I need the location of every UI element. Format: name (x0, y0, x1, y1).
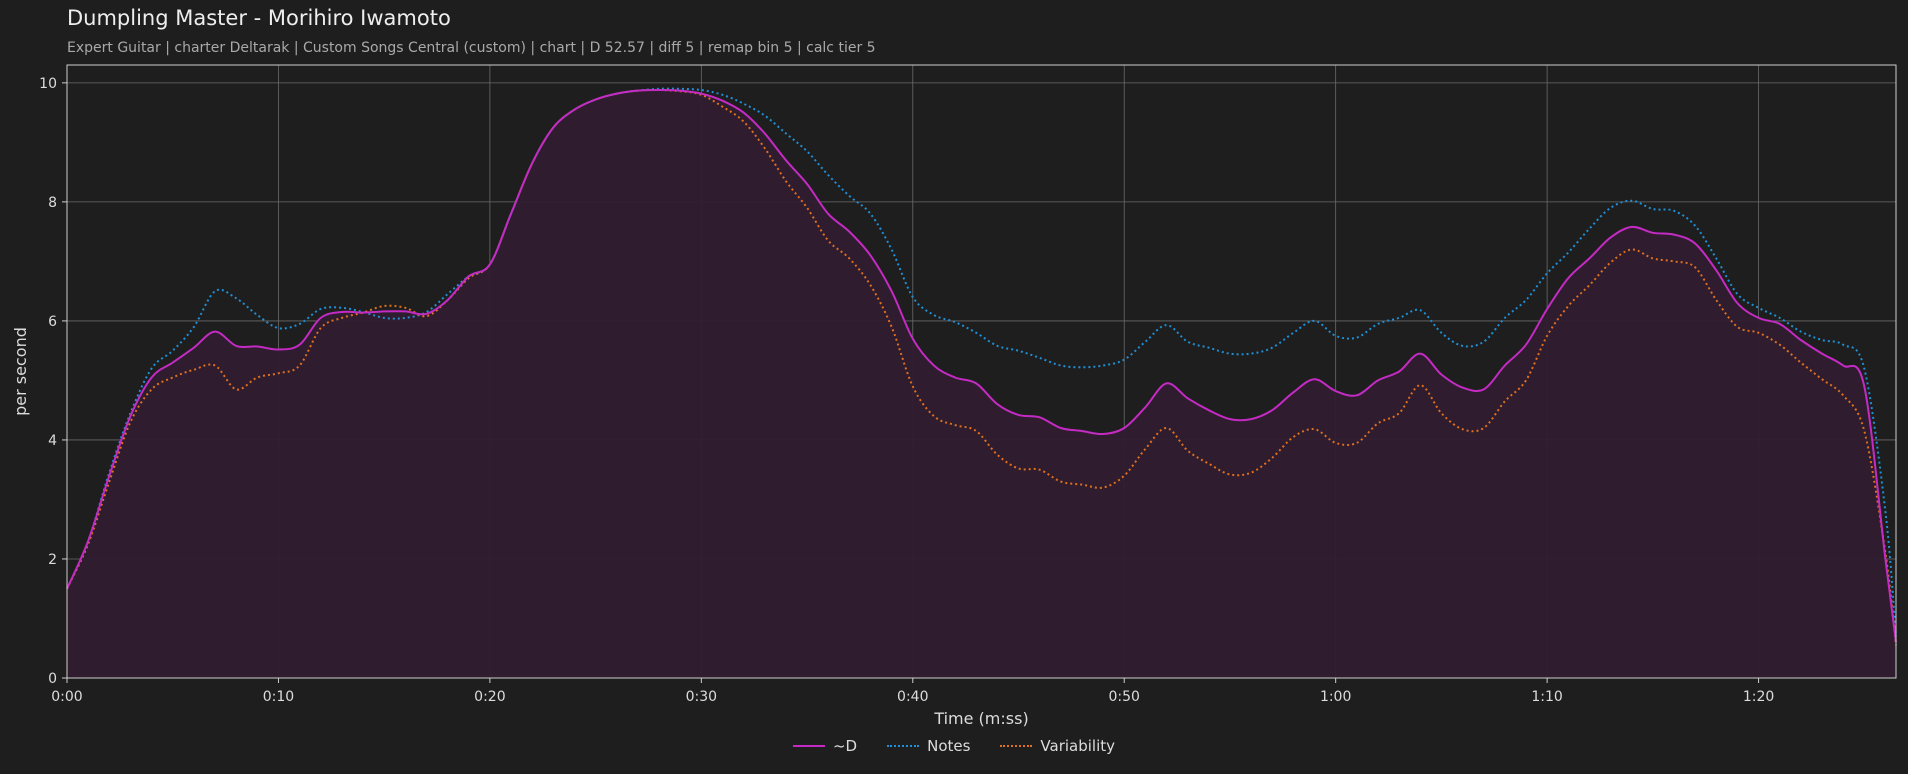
y-axis-label: per second (11, 327, 30, 416)
x-tick-label: 0:00 (51, 689, 82, 705)
x-axis-ticks: 0:00 0:10 0:20 0:30 0:40 0:50 1:00 1:10 1:20 (51, 678, 1774, 705)
legend-item-d: ~D (792, 737, 858, 755)
d-area-fill (67, 90, 1896, 678)
legend-label-d: ~D (832, 737, 858, 755)
x-tick-label: 1:20 (1743, 689, 1774, 705)
y-axis-ticks: 0 2 4 6 8 10 (39, 76, 67, 687)
x-tick-label: 0:10 (263, 689, 294, 705)
x-tick-label: 0:30 (686, 689, 717, 705)
legend-item-variability: Variability (1000, 737, 1115, 755)
legend-label-notes: Notes (927, 737, 971, 755)
legend-item-notes: Notes (887, 737, 970, 755)
legend-swatch-d (792, 745, 825, 747)
legend-label-variability: Variability (1040, 737, 1116, 755)
y-tick-label: 4 (48, 433, 57, 449)
x-axis-label: Time (m:ss) (933, 709, 1028, 728)
y-tick-label: 0 (48, 671, 57, 687)
x-tick-label: 1:10 (1531, 689, 1562, 705)
y-tick-label: 10 (39, 76, 57, 92)
x-tick-label: 0:40 (897, 689, 928, 705)
legend-swatch-variability (1000, 745, 1033, 747)
x-tick-label: 1:00 (1320, 689, 1351, 705)
y-tick-label: 6 (48, 314, 57, 330)
x-tick-label: 0:20 (474, 689, 505, 705)
legend-swatch-notes (887, 745, 920, 747)
x-tick-label: 0:50 (1108, 689, 1139, 705)
y-tick-label: 2 (48, 552, 57, 568)
chart-legend: ~D Notes Variability (0, 737, 1908, 755)
chart-svg: 0:00 0:10 0:20 0:30 0:40 0:50 1:00 1:10 1:20 0 2 4… (11, 64, 1897, 728)
y-tick-label: 8 (48, 195, 57, 211)
